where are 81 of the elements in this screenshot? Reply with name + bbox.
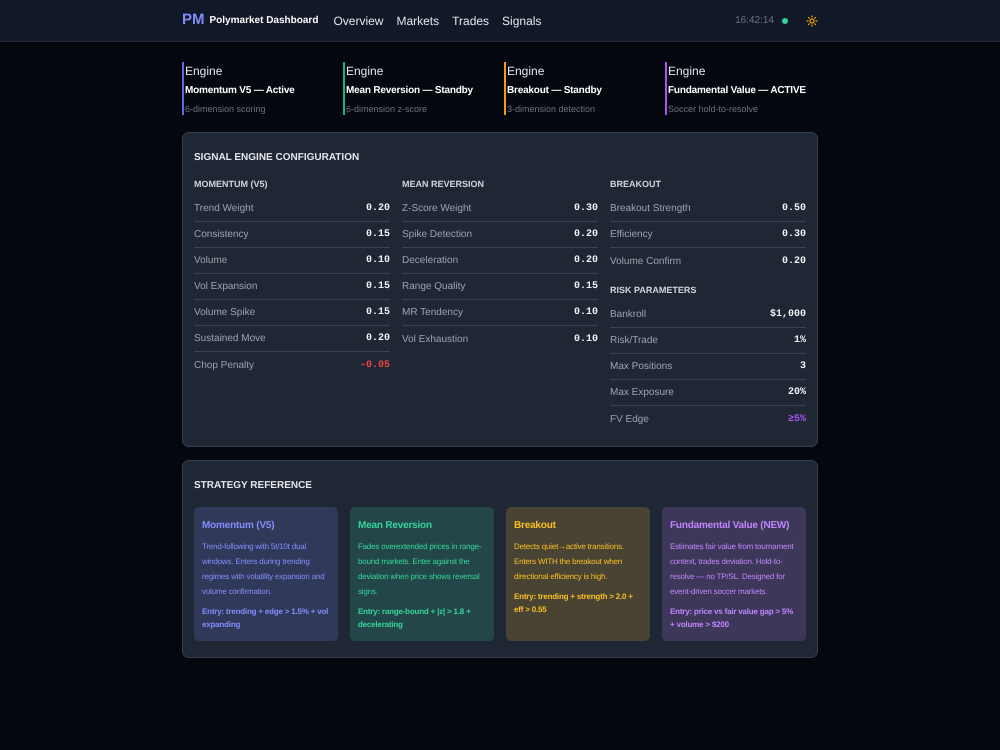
engine-detail: 3-dimension detection xyxy=(507,103,596,115)
param-label: Trend Weight xyxy=(194,202,254,216)
param-value: 0.20 xyxy=(366,202,390,216)
app-title: Polymarket Dashboard xyxy=(210,14,318,28)
panel-title: SIGNAL ENGINE CONFIGURATION xyxy=(194,151,360,165)
param-value: 0.15 xyxy=(366,228,390,242)
param-label: Range Quality xyxy=(402,280,466,294)
param-label: Risk/Trade xyxy=(610,334,658,348)
param-label: Chop Penalty xyxy=(194,358,254,372)
param-value: 0.10 xyxy=(366,254,390,268)
sun-icon xyxy=(806,14,818,26)
param-label: MR Tendency xyxy=(402,306,463,320)
param-value: 3 xyxy=(800,360,806,374)
strategy-description: Detects quiet→active transitions. Enters WITH the breakout when directional efficiency is high. xyxy=(514,541,625,583)
param-value: 1% xyxy=(794,334,806,348)
entry-rule: Entry: price vs fair value gap > 5% + volume > $200 xyxy=(670,606,794,631)
param-value: $1,000 xyxy=(770,308,806,322)
engine-name: Fundamental Value — ACTIVE xyxy=(668,84,806,98)
param-label: Volume xyxy=(194,254,228,268)
param-value: 0.30 xyxy=(782,228,806,242)
engine-label: Engine xyxy=(346,63,384,79)
engine-label: Engine xyxy=(185,63,224,79)
clock-time: 16:42:14 xyxy=(735,14,774,28)
entry-rule: Entry: trending + edge > 1.5% + vol expanding xyxy=(202,606,330,631)
param-label: Max Positions xyxy=(610,360,672,374)
param-value: 20% xyxy=(788,386,806,400)
param-value: 0.20 xyxy=(366,332,390,346)
logo: PM xyxy=(182,10,204,30)
strategy-title: Fundamental Value (NEW) xyxy=(670,519,790,533)
nav-link[interactable]: Markets xyxy=(396,12,440,30)
section-heading: MEAN REVERSION xyxy=(402,178,486,190)
engine-detail: 6-dimension z-score xyxy=(346,103,428,115)
strategy-title: Momentum (V5) xyxy=(202,519,276,533)
section-heading: BREAKOUT xyxy=(610,178,662,190)
param-label: FV Edge xyxy=(610,412,649,426)
theme-toggle-button[interactable] xyxy=(806,14,818,26)
strategy-description: Trend-following with 5t/10t dual windows. Enters during trending regimes with volatility expansion and volume confirmation. xyxy=(202,541,326,598)
param-label: Bankroll xyxy=(610,308,646,322)
param-value: 0.15 xyxy=(574,280,598,294)
param-label: Consistency xyxy=(194,228,248,242)
param-label: Efficiency xyxy=(610,228,653,242)
param-label: Z-Score Weight xyxy=(402,202,472,216)
nav-link[interactable]: Overview xyxy=(333,12,384,30)
engine-name: Breakout — Standby xyxy=(507,84,602,98)
engine-label: Engine xyxy=(668,63,706,79)
engine-name: Mean Reversion — Standby xyxy=(346,84,473,98)
param-label: Volume Confirm xyxy=(610,254,682,268)
strategy-title: Mean Reversion xyxy=(358,519,433,533)
param-value: 0.50 xyxy=(782,202,806,216)
param-label: Breakout Strength xyxy=(610,202,691,216)
param-value: 0.10 xyxy=(574,332,598,346)
param-value: 0.20 xyxy=(782,254,806,268)
param-label: Vol Expansion xyxy=(194,280,258,294)
param-value: 0.20 xyxy=(574,228,598,242)
param-value: 0.15 xyxy=(366,280,390,294)
param-value: ≥5% xyxy=(788,412,806,426)
panel-title: STRATEGY REFERENCE xyxy=(194,479,313,493)
section-heading: MOMENTUM (V5) xyxy=(194,178,268,190)
param-label: Spike Detection xyxy=(402,228,472,242)
strategy-description: Estimates fair value from tournament context, trades deviation. Hold-to-resolve — no TP/SL. Designed for event-driven soccer markets. xyxy=(670,541,795,598)
nav-link[interactable]: Signals xyxy=(502,12,542,30)
engine-detail: Soccer hold-to-resolve xyxy=(668,103,760,115)
param-label: Vol Exhaustion xyxy=(402,332,468,346)
param-label: Deceleration xyxy=(402,254,458,268)
entry-rule: Entry: range-bound + |z| > 1.8 + decelerating xyxy=(358,606,472,631)
param-label: Max Exposure xyxy=(610,386,674,400)
entry-rule: Entry: trending + strength > 2.0 + eff > 0.55 xyxy=(514,591,634,616)
engine-label: Engine xyxy=(507,63,546,79)
param-value: 0.20 xyxy=(574,254,598,268)
nav-link[interactable]: Trades xyxy=(452,12,490,30)
param-value: 0.10 xyxy=(574,306,598,320)
strategy-title: Breakout xyxy=(514,519,557,533)
param-value: 0.15 xyxy=(366,306,390,320)
param-value: 0.30 xyxy=(574,202,598,216)
strategy-description: Fades overextended prices in range-bound markets. Enter against the deviation when price shows reversal signs. xyxy=(358,541,482,598)
param-label: Sustained Move xyxy=(194,332,266,346)
section-heading: RISK PARAMETERS xyxy=(610,284,698,296)
param-label: Volume Spike xyxy=(194,306,256,320)
param-value: -0.05 xyxy=(360,358,390,372)
engine-detail: 6-dimension scoring xyxy=(185,103,267,115)
engine-name: Momentum V5 — Active xyxy=(185,84,295,98)
